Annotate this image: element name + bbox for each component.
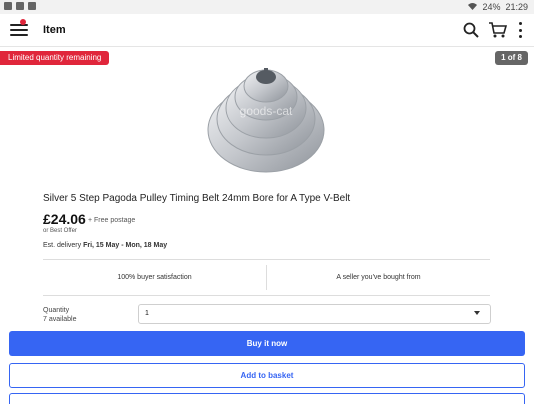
delivery-label: Est. delivery: [43, 242, 82, 249]
estimated-delivery: Est. delivery Fri, 15 May - Mon, 18 May: [43, 242, 167, 249]
bought-before-text: A seller you've bought from: [336, 274, 421, 281]
delivery-dates: Fri, 15 May - Mon, 18 May: [83, 242, 168, 249]
limited-quantity-badge: Limited quantity remaining: [0, 51, 110, 65]
quantity-label-group: Quantity 7 available: [43, 306, 76, 324]
seller-info-box: 100% buyer satisfaction A seller you've …: [43, 259, 490, 296]
notification-dot: [20, 19, 26, 25]
clock: 21:29: [505, 2, 528, 12]
status-right: 24% 21:29: [468, 2, 528, 12]
item-title: Silver 5 Step Pagoda Pulley Timing Belt …: [43, 193, 351, 204]
chevron-down-icon: [474, 311, 480, 315]
item-price: £24.06: [43, 211, 86, 227]
facebook-icon: [4, 2, 12, 10]
search-icon[interactable]: [463, 22, 479, 38]
image-watermark: goods-cat: [240, 104, 293, 118]
partial-button[interactable]: [9, 393, 525, 404]
image-pager-badge: 1 of 8: [495, 51, 528, 65]
postage-info: + Free postage: [88, 217, 136, 224]
battery-level: 24%: [482, 2, 501, 12]
app-icon: [28, 2, 36, 10]
buy-it-now-button[interactable]: Buy it now: [9, 331, 525, 356]
best-offer-text: or Best Offer: [43, 228, 77, 234]
menu-button[interactable]: [10, 22, 28, 38]
buyer-satisfaction: 100% buyer satisfaction: [117, 274, 192, 281]
more-vert-icon[interactable]: [516, 22, 524, 38]
quantity-available: 7 available: [43, 316, 77, 323]
product-image[interactable]: goods-cat: [200, 55, 332, 180]
add-to-basket-button[interactable]: Add to basket: [9, 363, 525, 388]
gallery-icon: [16, 2, 24, 10]
app-bar: Item: [0, 14, 534, 47]
quantity-select[interactable]: 1: [138, 304, 491, 324]
wifi-icon: [468, 2, 478, 12]
quantity-label: Quantity: [43, 307, 70, 314]
cart-icon[interactable]: [489, 22, 508, 38]
page-title: Item: [43, 24, 66, 36]
quantity-value: 1: [145, 310, 149, 317]
notification-icons: [4, 2, 36, 10]
status-bar: 24% 21:29: [0, 0, 534, 14]
